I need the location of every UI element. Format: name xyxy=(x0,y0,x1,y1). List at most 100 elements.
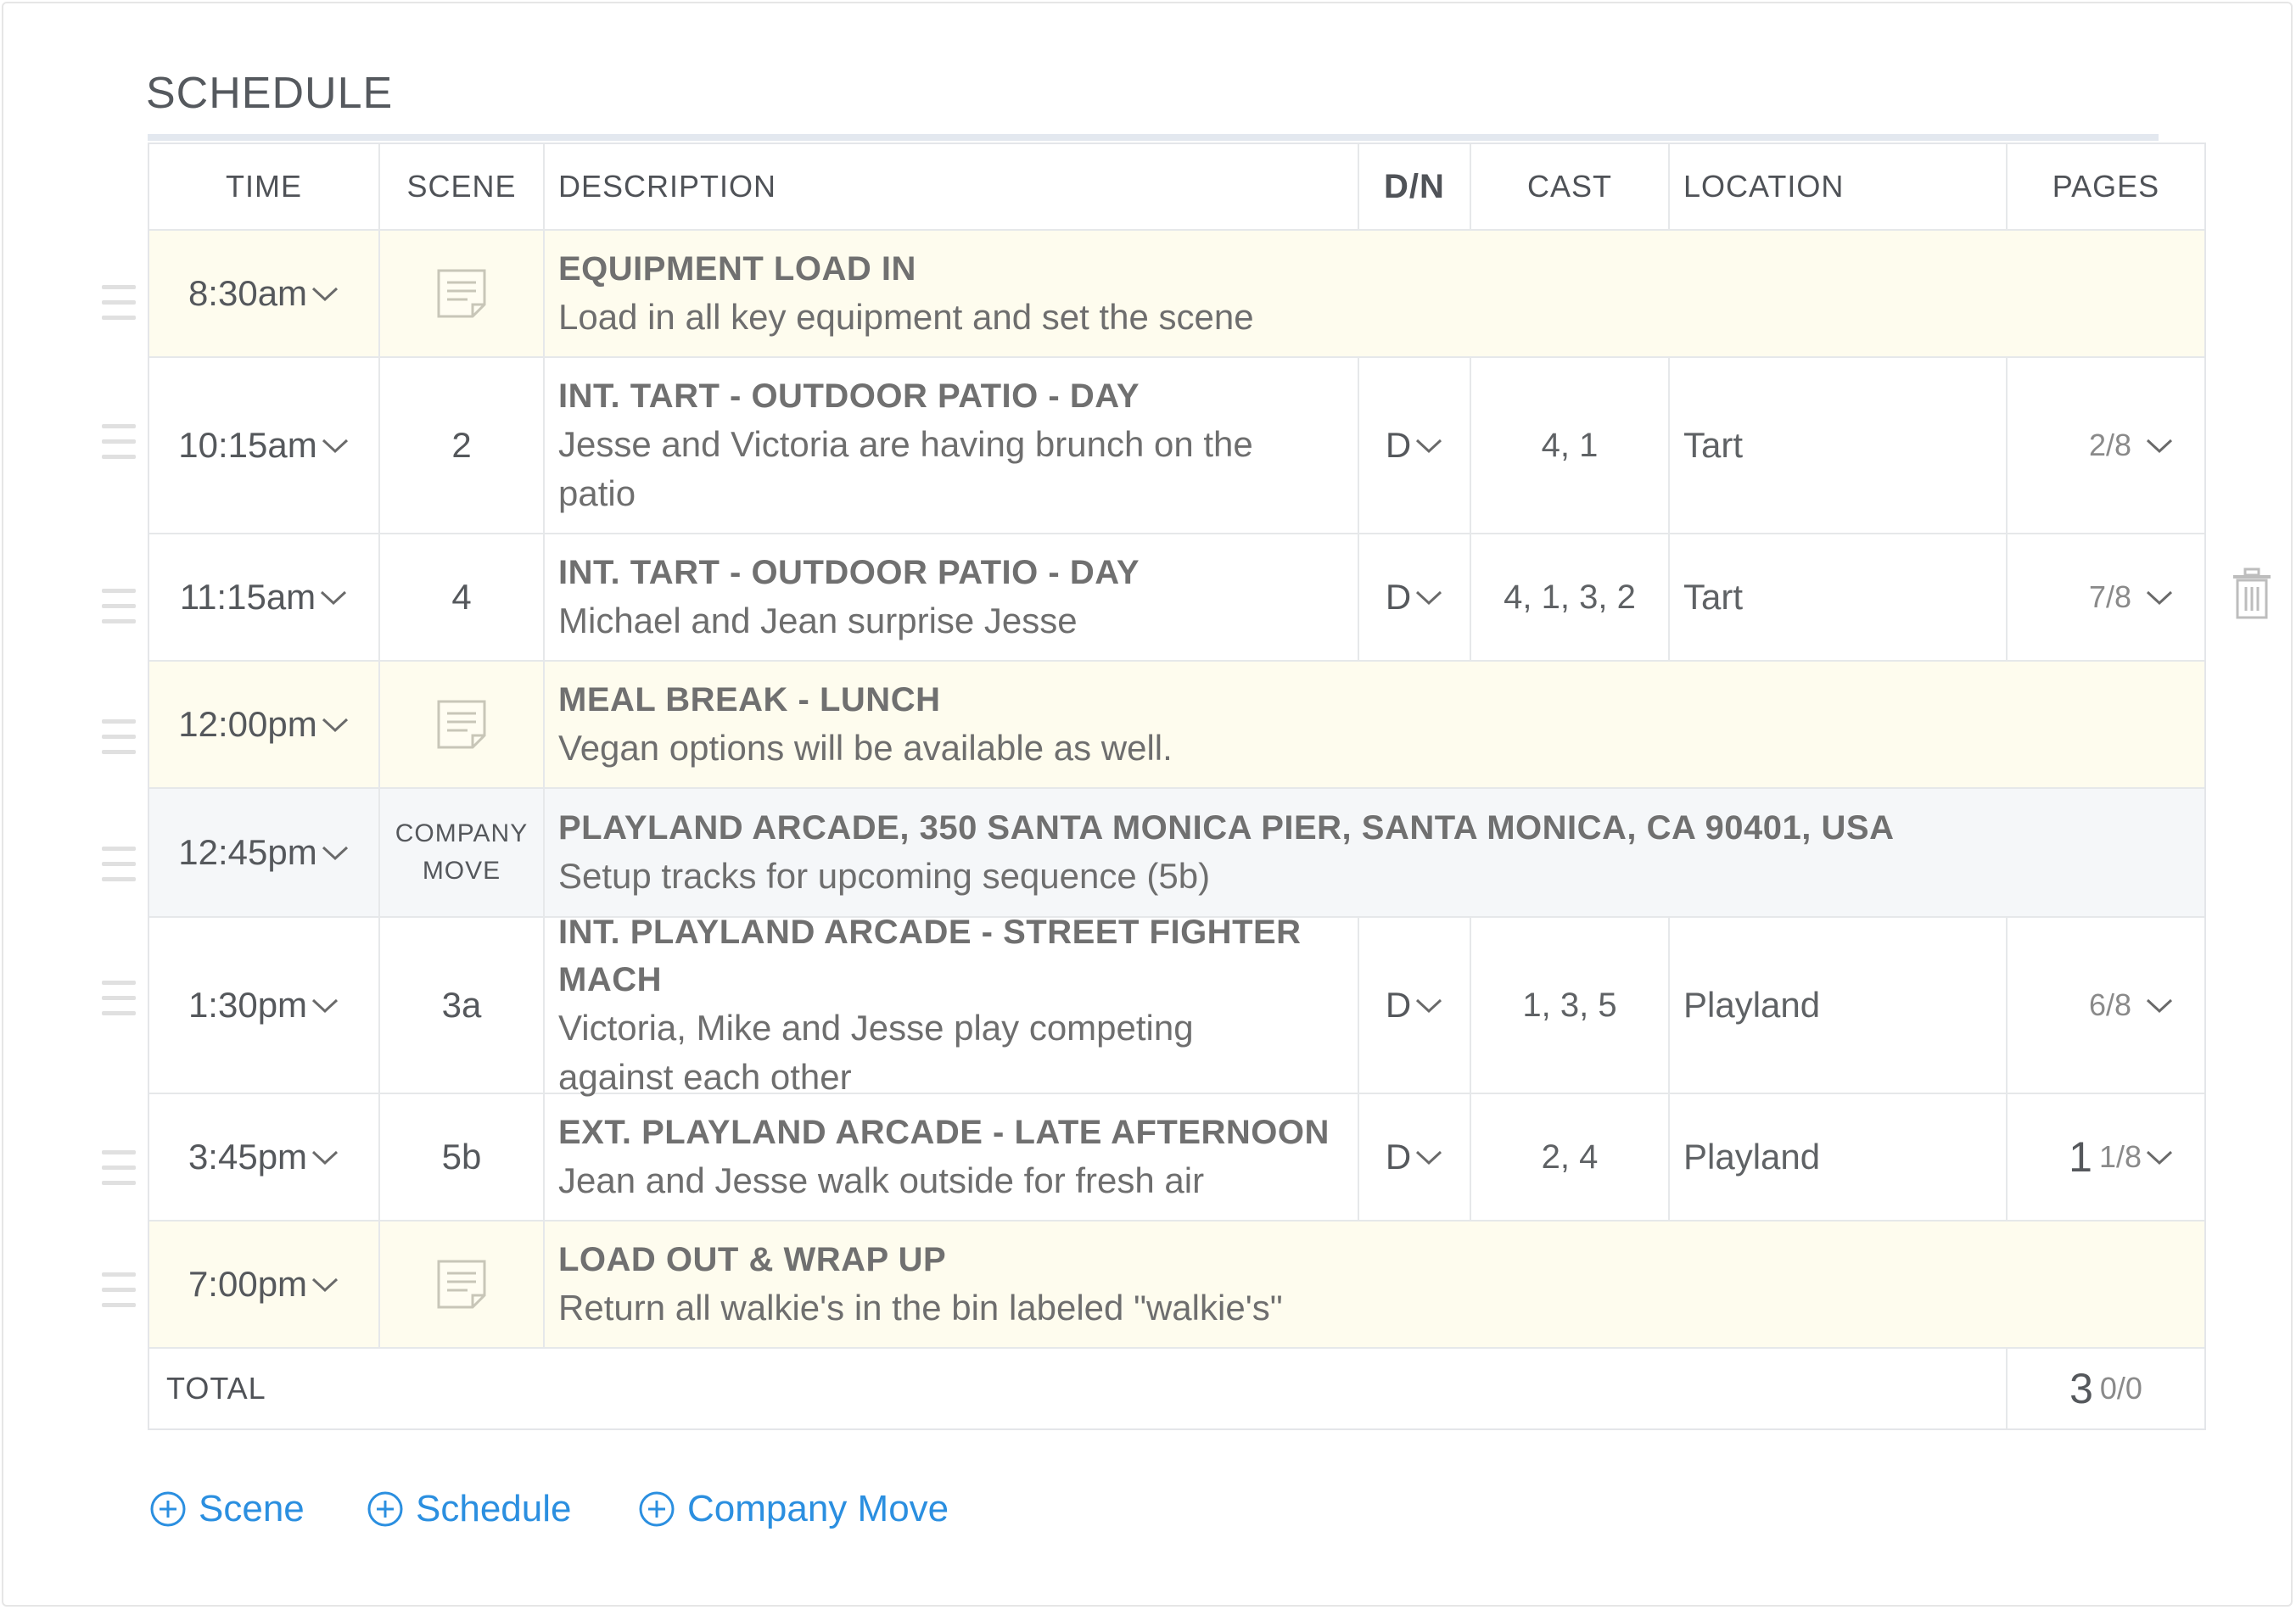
table-row: 3:45pm 5b EXT. PLAYLAND ARCADE - LATE AF… xyxy=(149,1094,2204,1221)
total-row: TOTAL 3 0/0 xyxy=(149,1349,2204,1428)
chevron-down-icon[interactable] xyxy=(321,433,350,457)
description-heading: PLAYLAND ARCADE, 350 SANTA MONICA PIER, … xyxy=(558,809,1895,847)
location-cell[interactable]: Playland xyxy=(1670,1094,2008,1220)
location-cell[interactable]: Tart xyxy=(1670,358,2008,533)
scene-cell xyxy=(380,662,545,787)
dn-select[interactable]: D xyxy=(1359,918,1471,1093)
cast-cell[interactable]: 1, 3, 5 xyxy=(1471,918,1670,1093)
time-select[interactable]: 8:30am xyxy=(149,231,380,356)
chevron-down-icon[interactable] xyxy=(1414,433,1443,457)
description-cell[interactable]: PLAYLAND ARCADE, 350 SANTA MONICA PIER, … xyxy=(545,789,2204,916)
location-cell[interactable]: Tart xyxy=(1670,534,2008,660)
chevron-down-icon[interactable] xyxy=(2145,433,2174,457)
drag-handle-icon[interactable] xyxy=(102,285,136,321)
description-text: Jean and Jesse walk outside for fresh ai… xyxy=(558,1160,1205,1200)
total-label: TOTAL xyxy=(149,1349,2008,1428)
total-pages: 3 0/0 xyxy=(2008,1349,2204,1428)
time-select[interactable]: 1:30pm xyxy=(149,918,380,1093)
chevron-down-icon[interactable] xyxy=(1414,993,1443,1017)
description-cell[interactable]: INT. TART - OUTDOOR PATIO - DAY Michael … xyxy=(545,534,1359,660)
time-value: 8:30am xyxy=(188,273,308,313)
time-value: 3:45pm xyxy=(188,1137,308,1177)
location-value: Playland xyxy=(1683,985,1821,1025)
dn-value: D xyxy=(1385,1137,1412,1177)
chevron-down-icon[interactable] xyxy=(321,841,350,864)
drag-handle-icon[interactable] xyxy=(102,1272,136,1308)
chevron-down-icon[interactable] xyxy=(319,585,348,609)
time-select[interactable]: 3:45pm xyxy=(149,1094,380,1220)
scene-number: 4 xyxy=(451,577,472,617)
col-header-pages: PAGES xyxy=(2052,169,2160,204)
pages-select[interactable]: 2/8 xyxy=(2008,358,2204,533)
add-scene-button[interactable]: Scene xyxy=(149,1488,305,1530)
pages-select[interactable]: 6/8 xyxy=(2008,918,2204,1093)
description-heading: EXT. PLAYLAND ARCADE - LATE AFTERNOON xyxy=(558,1114,1330,1151)
chevron-down-icon[interactable] xyxy=(1414,1145,1443,1169)
scene-cell[interactable]: 4 xyxy=(380,534,545,660)
description-cell[interactable]: MEAL BREAK - LUNCH Vegan options will be… xyxy=(545,662,2204,787)
chevron-down-icon[interactable] xyxy=(2145,1145,2174,1169)
drag-handle-icon[interactable] xyxy=(102,1150,136,1186)
drag-handle-icon[interactable] xyxy=(102,981,136,1016)
description-cell[interactable]: EQUIPMENT LOAD IN Load in all key equipm… xyxy=(545,231,2204,356)
dn-select[interactable]: D xyxy=(1359,534,1471,660)
pages-select[interactable]: 7/8 xyxy=(2008,534,2204,660)
drag-handle-icon[interactable] xyxy=(102,847,136,882)
chevron-down-icon[interactable] xyxy=(311,282,339,305)
scene-cell[interactable]: 2 xyxy=(380,358,545,533)
plus-circle-icon xyxy=(367,1491,403,1527)
page-title: SCHEDULE xyxy=(146,69,394,118)
chevron-down-icon[interactable] xyxy=(1414,585,1443,609)
description-text: Victoria, Mike and Jesse play competing xyxy=(558,1008,1194,1048)
chevron-down-icon[interactable] xyxy=(2145,585,2174,609)
col-header-scene: SCENE xyxy=(380,144,545,229)
col-header-cast: CAST xyxy=(1471,144,1670,229)
description-cell[interactable]: EXT. PLAYLAND ARCADE - LATE AFTERNOON Je… xyxy=(545,1094,1359,1220)
scene-cell: COMPANY MOVE xyxy=(380,789,545,916)
chevron-down-icon[interactable] xyxy=(321,713,350,736)
drag-handle-icon[interactable] xyxy=(102,589,136,624)
description-cell[interactable]: INT. TART - OUTDOOR PATIO - DAY Jesse an… xyxy=(545,358,1359,533)
table-row: 1:30pm 3a INT. PLAYLAND ARCADE - STREET … xyxy=(149,914,2204,1097)
description-heading: INT. TART - OUTDOOR PATIO - DAY xyxy=(558,554,1140,591)
pages-value: 1/8 xyxy=(2098,1139,2142,1174)
description-text: Return all walkie's in the bin labeled "… xyxy=(558,1288,1283,1328)
time-select[interactable]: 10:15am xyxy=(149,358,380,533)
time-select[interactable]: 12:45pm xyxy=(149,789,380,916)
description-cell[interactable]: LOAD OUT & WRAP UP Return all walkie's i… xyxy=(545,1221,2204,1347)
cast-cell[interactable]: 2, 4 xyxy=(1471,1094,1670,1220)
location-value: Playland xyxy=(1683,1137,1821,1177)
total-pages-whole: 3 xyxy=(2069,1365,2093,1412)
description-heading: LOAD OUT & WRAP UP xyxy=(558,1241,947,1278)
time-value: 12:00pm xyxy=(178,704,317,744)
dn-select[interactable]: D xyxy=(1359,358,1471,533)
trash-icon[interactable] xyxy=(2232,567,2272,621)
time-value: 10:15am xyxy=(178,425,317,465)
drag-handle-icon[interactable] xyxy=(102,424,136,460)
chevron-down-icon[interactable] xyxy=(311,1272,339,1296)
scene-cell[interactable]: 3a xyxy=(380,918,545,1093)
scene-cell[interactable]: 5b xyxy=(380,1094,545,1220)
pages-select[interactable]: 1 1/8 xyxy=(2008,1094,2204,1220)
dn-select[interactable]: D xyxy=(1359,1094,1471,1220)
time-select[interactable]: 12:00pm xyxy=(149,662,380,787)
chevron-down-icon[interactable] xyxy=(2145,993,2174,1017)
dn-value: D xyxy=(1385,577,1412,617)
cast-cell[interactable]: 4, 1 xyxy=(1471,358,1670,533)
add-schedule-button[interactable]: Schedule xyxy=(367,1488,571,1530)
title-divider xyxy=(148,134,2159,141)
chevron-down-icon[interactable] xyxy=(311,993,339,1017)
time-select[interactable]: 7:00pm xyxy=(149,1221,380,1347)
time-select[interactable]: 11:15am xyxy=(149,534,380,660)
drag-handle-icon[interactable] xyxy=(102,719,136,755)
cast-cell[interactable]: 4, 1, 3, 2 xyxy=(1471,534,1670,660)
table-row: 7:00pm LOAD OUT & WRAP UP Return all wal… xyxy=(149,1221,2204,1349)
pages-whole: 1 xyxy=(2069,1133,2092,1181)
col-header-description: DESCRIPTION xyxy=(545,144,1359,229)
chevron-down-icon[interactable] xyxy=(311,1145,339,1169)
col-header-location: LOCATION xyxy=(1670,144,2008,229)
location-cell[interactable]: Playland xyxy=(1670,918,2008,1093)
description-cell[interactable]: INT. PLAYLAND ARCADE - STREET FIGHTER MA… xyxy=(545,914,1359,1097)
description-text: patio xyxy=(558,473,636,513)
add-company-move-button[interactable]: Company Move xyxy=(638,1488,949,1530)
